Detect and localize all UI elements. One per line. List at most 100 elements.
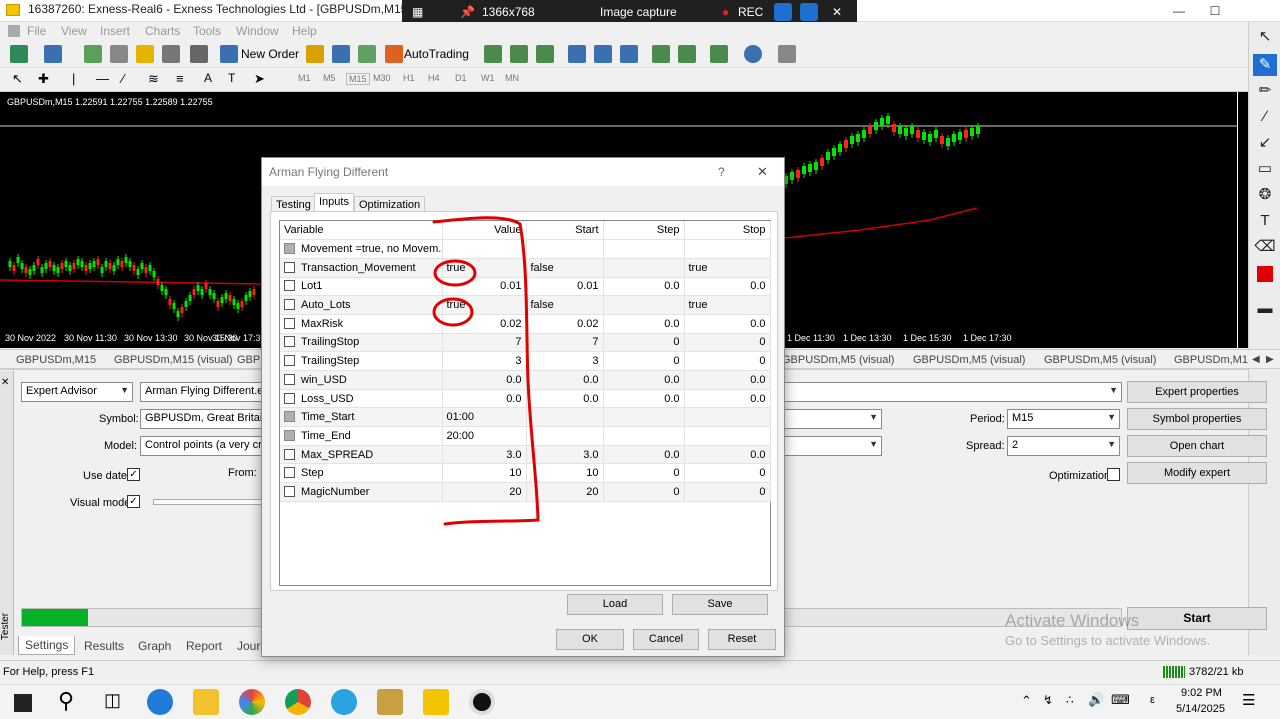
maximize-button[interactable]: ☐ [1192,0,1238,22]
rec-label[interactable]: REC [738,5,763,19]
arrow-tool-icon[interactable]: ↙ [1253,132,1277,154]
tf-m1[interactable]: M1 [298,73,311,83]
tf-h1[interactable]: H1 [403,73,415,83]
variable-cell[interactable]: TrailingStep [280,351,443,371]
navigator-icon[interactable] [110,45,128,63]
input-row[interactable]: TrailingStep 3 3 0 0 [280,351,771,371]
scroll-end-icon[interactable] [652,45,670,63]
signals-icon[interactable] [332,45,350,63]
bar-chart-icon[interactable] [484,45,502,63]
candles-icon[interactable] [510,45,528,63]
tester-icon[interactable] [190,45,208,63]
value-cell[interactable]: 01:00 [442,407,527,428]
market-watch-icon[interactable] [84,45,102,63]
optimize-checkbox[interactable] [284,373,295,385]
value-cell[interactable]: 3.0 [442,445,527,465]
optimize-checkbox[interactable] [284,317,295,329]
color-swatch-icon[interactable] [1257,266,1273,282]
zoom-out-icon[interactable] [594,45,612,63]
variable-cell[interactable]: TrailingStop [280,333,443,353]
chart-tab[interactable]: GBPUSDm,M15 [16,354,96,366]
menu-file[interactable]: File [27,24,46,38]
vertical-line-icon[interactable]: | [72,71,75,86]
pen-tool-icon[interactable]: ✎ [1253,54,1277,76]
value-cell[interactable]: 3 [442,351,527,371]
clock-time[interactable]: 9:02 PM [1181,687,1222,699]
visual-mode-checkbox[interactable]: ✓ [127,495,140,508]
help-icon[interactable]: ? [718,165,725,179]
arrows-icon[interactable]: ➤ [254,71,265,87]
text-icon[interactable]: A [204,71,212,85]
new-order-button[interactable]: New Order [241,47,299,61]
optimize-checkbox[interactable] [284,411,295,423]
tf-m15[interactable]: M15 [346,73,370,85]
camera-icon[interactable] [774,3,792,21]
trendline-icon[interactable]: ∕ [122,71,124,86]
variable-cell[interactable]: MaxRisk [280,314,443,334]
task-view-icon[interactable]: ◫ [104,690,121,711]
cancel-button[interactable]: Cancel [633,629,699,650]
value-cell[interactable] [442,239,527,259]
use-date-checkbox[interactable]: ✓ [127,468,140,481]
menu-window[interactable]: Window [236,24,279,38]
variable-cell[interactable]: Lot1 [280,277,443,297]
ok-button[interactable]: OK [556,629,624,650]
tf-m5[interactable]: M5 [323,73,336,83]
menu-help[interactable]: Help [292,24,317,38]
new-chart-icon[interactable] [10,45,28,63]
menu-tools[interactable]: Tools [193,24,221,38]
autotrading-button[interactable]: AutoTrading [404,47,469,61]
autotrading-icon[interactable] [385,45,403,63]
metatrader-icon[interactable] [423,689,449,715]
tab-scroll-right-icon[interactable]: ▶ [1266,354,1274,365]
line-chart-icon[interactable] [536,45,554,63]
line-tool-icon[interactable]: ∕ [1253,106,1277,128]
chart-tab[interactable]: GBPUSDm,M15 (visual) [114,354,233,366]
value-cell[interactable]: 10 [442,463,527,484]
favorites-icon[interactable] [136,45,154,63]
optimize-checkbox[interactable] [284,448,295,460]
tab-settings[interactable]: Settings [18,636,76,655]
search-icon[interactable]: ⚲ [58,688,74,714]
menu-charts[interactable]: Charts [145,24,180,38]
text-label-icon[interactable]: T [228,71,235,85]
variable-cell[interactable]: Step [280,463,443,484]
optimize-checkbox[interactable] [284,392,295,404]
windows-start-icon[interactable] [14,694,32,712]
crosshair-icon[interactable]: ✚ [38,71,49,87]
variable-cell[interactable]: MagicNumber [280,482,443,502]
volume-icon[interactable]: 🔊 [1088,692,1104,708]
column-step[interactable]: Step [603,221,685,241]
optimize-checkbox[interactable] [284,355,295,367]
zoom-in-icon[interactable] [568,45,586,63]
open-chart-button[interactable]: Open chart [1127,435,1267,457]
input-row[interactable]: Loss_USD 0.0 0.0 0.0 0.0 [280,389,771,409]
language-icon[interactable]: ε [1150,694,1155,706]
line-width-icon[interactable]: ▬ [1253,298,1277,320]
input-row[interactable]: win_USD 0.0 0.0 0.0 0.0 [280,370,771,390]
modify-expert-button[interactable]: Modify expert [1127,462,1267,484]
variable-cell[interactable]: Time_Start [280,407,443,428]
column-start[interactable]: Start [526,221,604,241]
variable-cell[interactable]: Loss_USD [280,389,443,409]
input-row[interactable]: TrailingStop 7 7 0 0 [280,333,771,353]
expert-properties-button[interactable]: Expert properties [1127,381,1267,403]
record-dot-icon[interactable]: ● [722,5,729,19]
variable-cell[interactable]: Movement =true, no Movem... [280,239,443,259]
value-cell[interactable]: true [442,295,527,315]
variable-cell[interactable]: win_USD [280,370,443,390]
period-select[interactable]: M15 ▼ [1007,409,1120,429]
spread-select[interactable]: 2 ▼ [1007,436,1120,456]
value-cell[interactable]: 0.0 [442,370,527,390]
reset-button[interactable]: Reset [708,629,776,650]
variable-cell[interactable]: Transaction_Movement [280,258,443,278]
wifi-icon[interactable]: ∴ [1066,693,1074,707]
optimize-checkbox[interactable] [284,336,295,348]
inputs-grid[interactable]: Variable Value Start Step Stop Movement … [279,220,771,586]
input-row[interactable]: Max_SPREAD 3.0 3.0 0.0 0.0 [280,445,771,465]
value-cell[interactable]: 20:00 [442,426,527,446]
load-button[interactable]: Load [567,594,663,615]
input-row[interactable]: Auto_Lots true false true [280,295,771,315]
clock-date[interactable]: 5/14/2025 [1176,703,1225,715]
indicators-icon[interactable] [710,45,728,63]
